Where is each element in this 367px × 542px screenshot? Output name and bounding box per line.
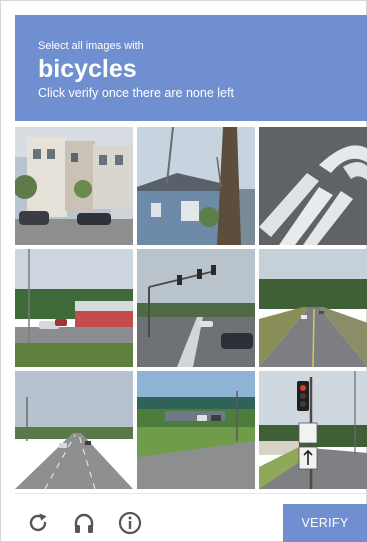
captcha-header: Select all images with bicycles Click ve… xyxy=(15,15,367,121)
verify-button[interactable]: VERIFY xyxy=(283,504,367,542)
image-tile-5[interactable] xyxy=(137,249,255,367)
image-tile-1[interactable] xyxy=(15,127,133,245)
captcha-frame: Select all images with bicycles Click ve… xyxy=(0,0,367,542)
image-tile-4[interactable] xyxy=(15,249,133,367)
reload-icon[interactable] xyxy=(26,511,50,535)
instruction-text: Select all images with xyxy=(38,40,144,52)
footer-controls xyxy=(26,511,142,535)
image-grid xyxy=(15,127,367,489)
target-object-label: bicycles xyxy=(38,55,137,83)
image-tile-8[interactable] xyxy=(137,371,255,489)
image-tile-3[interactable] xyxy=(259,127,367,245)
image-tile-7[interactable] xyxy=(15,371,133,489)
instruction-subtext: Click verify once there are none left xyxy=(38,86,234,100)
image-tile-9[interactable] xyxy=(259,371,367,489)
headphones-icon[interactable] xyxy=(72,511,96,535)
image-tile-2[interactable] xyxy=(137,127,255,245)
info-icon[interactable] xyxy=(118,511,142,535)
footer-divider xyxy=(15,493,367,494)
image-tile-6[interactable] xyxy=(259,249,367,367)
